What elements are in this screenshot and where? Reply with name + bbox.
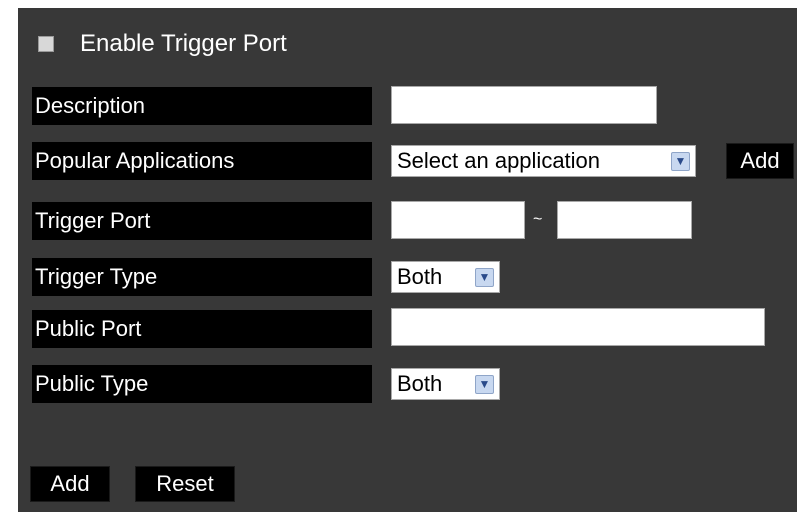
public-type-label: Public Type	[32, 365, 372, 403]
add-application-button[interactable]: Add	[726, 143, 794, 179]
trigger-type-select[interactable]: Both ▼	[391, 261, 500, 293]
chevron-down-icon: ▼	[475, 374, 494, 394]
public-port-label: Public Port	[32, 310, 372, 348]
trigger-type-label: Trigger Type	[32, 258, 372, 296]
reset-button[interactable]: Reset	[135, 466, 235, 502]
chevron-down-icon: ▼	[671, 151, 690, 171]
trigger-port-separator: ~	[533, 211, 543, 228]
trigger-type-value: Both	[397, 264, 443, 289]
popular-applications-select[interactable]: Select an application ▼	[391, 145, 696, 177]
enable-trigger-checkbox[interactable]	[38, 36, 54, 52]
popular-applications-label: Popular Applications	[32, 142, 372, 180]
public-type-select[interactable]: Both ▼	[391, 368, 500, 400]
trigger-port-to-input[interactable]	[557, 201, 692, 239]
enable-trigger-row: Enable Trigger Port	[38, 30, 287, 58]
popular-applications-value: Select an application	[397, 148, 601, 173]
trigger-port-from-input[interactable]	[391, 201, 525, 239]
trigger-port-panel: Enable Trigger Port Description Popular …	[18, 8, 797, 512]
description-label: Description	[32, 87, 372, 125]
enable-trigger-label: Enable Trigger Port	[80, 30, 287, 57]
chevron-down-icon: ▼	[475, 267, 494, 287]
public-port-input[interactable]	[391, 308, 765, 346]
add-button[interactable]: Add	[30, 466, 110, 502]
public-type-value: Both	[397, 371, 443, 396]
description-input[interactable]	[391, 86, 657, 124]
trigger-port-label: Trigger Port	[32, 202, 372, 240]
